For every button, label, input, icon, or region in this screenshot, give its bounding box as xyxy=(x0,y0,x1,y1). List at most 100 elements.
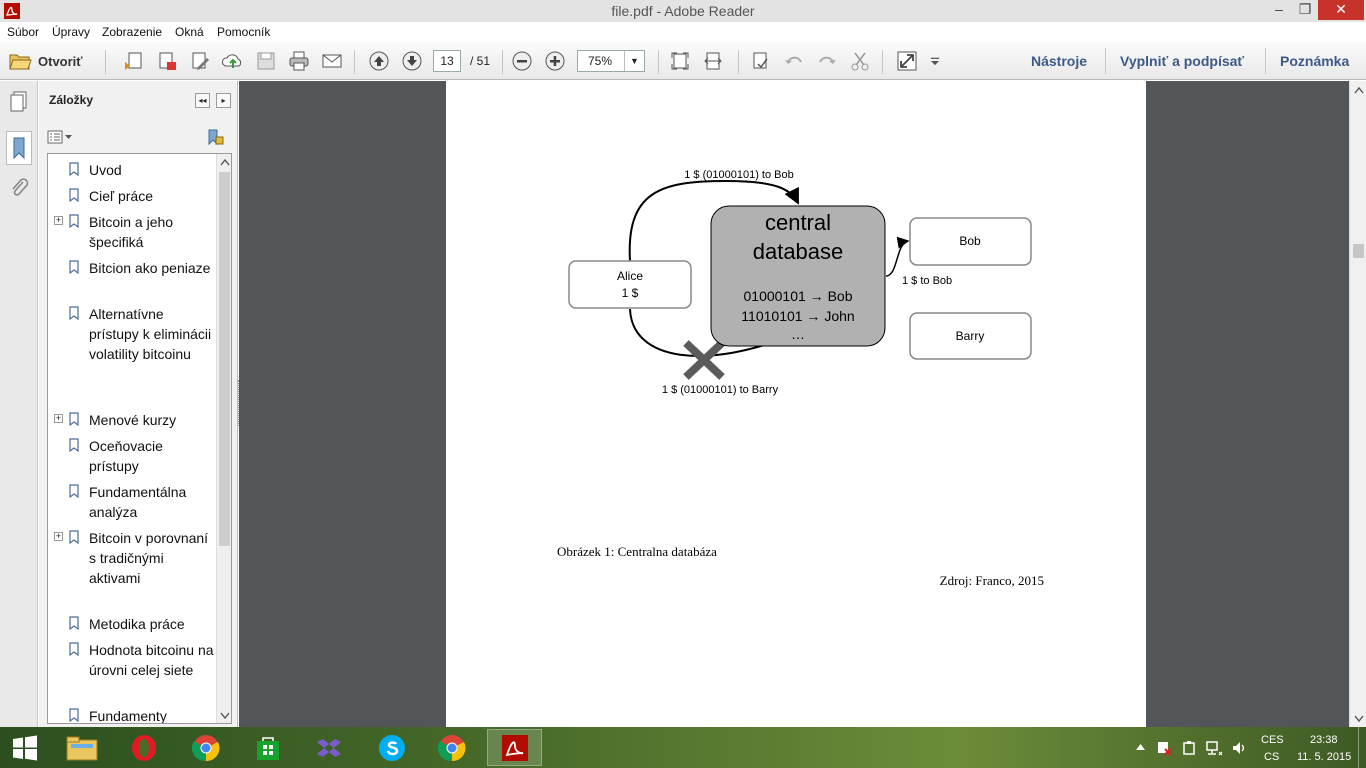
taskbar-store[interactable] xyxy=(240,729,295,766)
expand-bookmark-icon[interactable]: + xyxy=(54,414,63,423)
document-scrollbar[interactable] xyxy=(1349,81,1366,727)
page-thumbnails-button[interactable] xyxy=(6,89,32,115)
scrollbar-thumb[interactable] xyxy=(1353,244,1364,258)
bookmark-scrollbar[interactable] xyxy=(216,154,231,723)
undo-button[interactable] xyxy=(782,50,806,72)
input-language-bottom[interactable]: CS xyxy=(1264,751,1279,763)
show-hidden-icons-icon[interactable] xyxy=(1136,744,1145,750)
file-explorer-icon xyxy=(66,736,97,760)
menu-file[interactable]: Súbor xyxy=(7,25,39,39)
previous-page-button[interactable] xyxy=(367,50,391,72)
scroll-up-icon[interactable] xyxy=(1354,86,1364,94)
bottom-arrow-label: 1 $ (01000101) to Barry xyxy=(662,384,779,396)
bookmark-icon xyxy=(69,708,79,722)
menu-window[interactable]: Okná xyxy=(175,25,204,39)
email-button[interactable] xyxy=(320,50,344,72)
visual-studio-icon xyxy=(316,738,341,757)
bookmark-icon xyxy=(69,214,79,228)
bookmark-icon xyxy=(69,162,79,176)
toolbar-divider xyxy=(354,50,355,74)
bookmark-label: Bitcoin a jeho špecifiká xyxy=(89,214,174,250)
bob-arrow-label: 1 $ to Bob xyxy=(902,275,952,287)
arrow-down-icon xyxy=(402,51,422,71)
scroll-down-icon[interactable] xyxy=(220,712,230,720)
rejected-cross-icon xyxy=(683,340,725,380)
power-plug-icon[interactable] xyxy=(1181,740,1197,756)
bookmark-label: Metodika práce xyxy=(89,616,185,632)
attachments-button[interactable] xyxy=(6,175,32,201)
save-icon xyxy=(257,52,275,70)
bookmark-label: Fundamentálna analýza xyxy=(89,484,187,520)
scrollbar-thumb[interactable] xyxy=(219,172,230,546)
fit-width-icon xyxy=(704,52,722,70)
edit-pdf-button[interactable] xyxy=(188,50,212,72)
taskbar-chrome-window[interactable] xyxy=(424,729,479,766)
show-desktop-button[interactable] xyxy=(1358,727,1366,768)
window-title: file.pdf - Adobe Reader xyxy=(611,3,755,19)
redo-button[interactable] xyxy=(815,50,839,72)
clock-time[interactable]: 23:38 xyxy=(1310,734,1338,746)
bob-label: Bob xyxy=(959,234,981,248)
next-page-button[interactable] xyxy=(400,50,424,72)
menu-view[interactable]: Zobrazenie xyxy=(102,25,162,39)
expand-bookmark-icon[interactable]: + xyxy=(54,532,63,541)
export-pdf-button[interactable] xyxy=(155,50,179,72)
create-pdf-button[interactable] xyxy=(122,50,146,72)
taskbar-opera[interactable] xyxy=(116,729,171,766)
action-center-icon[interactable] xyxy=(1156,740,1172,756)
alice-name: Alice xyxy=(617,269,643,283)
full-screen-button[interactable] xyxy=(895,50,919,72)
bookmark-icon xyxy=(69,642,79,656)
close-button[interactable]: ✕ xyxy=(1318,0,1364,20)
bookmarks-panel-button[interactable] xyxy=(6,131,32,165)
fill-sign-pane-link[interactable]: Vyplniť a podpísať xyxy=(1120,53,1244,69)
chevron-down-icon xyxy=(930,57,940,66)
clock-date[interactable]: 11. 5. 2015 xyxy=(1297,751,1351,763)
bookmark-icon xyxy=(13,137,25,160)
scroll-down-icon[interactable] xyxy=(1354,715,1364,723)
volume-icon[interactable] xyxy=(1231,740,1247,756)
maximize-button[interactable]: ❐ xyxy=(1292,0,1318,20)
taskbar-file-explorer[interactable] xyxy=(54,729,109,766)
fit-page-button[interactable] xyxy=(668,50,692,72)
expand-panel-button[interactable]: ▸ xyxy=(216,93,231,108)
taskbar-visual-studio[interactable] xyxy=(302,729,357,766)
db-title-line1: central xyxy=(765,210,831,235)
print-button[interactable] xyxy=(287,50,311,72)
customize-toolbar-button[interactable] xyxy=(926,50,944,72)
tools-pane-link[interactable]: Nástroje xyxy=(1031,53,1087,69)
page-number-input[interactable]: 13 xyxy=(433,50,461,72)
chevron-down-icon[interactable]: ▼ xyxy=(624,51,644,71)
toolbar-divider xyxy=(1265,48,1266,74)
zoom-in-button[interactable] xyxy=(543,50,567,72)
menu-edit[interactable]: Úpravy xyxy=(52,25,90,39)
fit-width-button[interactable] xyxy=(701,50,725,72)
bookmark-icon xyxy=(69,530,79,544)
input-language-top[interactable]: CES xyxy=(1261,734,1284,746)
open-button[interactable]: Otvoriť xyxy=(8,50,83,72)
save-button[interactable] xyxy=(254,50,278,72)
bookmark-settings-icon[interactable] xyxy=(205,128,225,146)
taskbar-skype[interactable] xyxy=(364,729,419,766)
read-out-button[interactable] xyxy=(749,50,773,72)
minimize-button[interactable]: – xyxy=(1266,0,1292,20)
zoom-out-button[interactable] xyxy=(510,50,534,72)
scissors-icon xyxy=(851,52,869,71)
bookmark-label: Bitcion ako peniaze xyxy=(89,260,211,276)
cut-button[interactable] xyxy=(848,50,872,72)
taskbar-adobe-reader[interactable] xyxy=(487,729,542,766)
comment-pane-link[interactable]: Poznámka xyxy=(1280,53,1349,69)
barry-label: Barry xyxy=(956,329,985,343)
minus-circle-icon xyxy=(512,51,532,71)
collapse-panel-button[interactable]: ◂◂ xyxy=(195,93,210,108)
options-menu-icon[interactable] xyxy=(47,130,73,144)
upload-button[interactable] xyxy=(221,50,245,72)
network-icon[interactable] xyxy=(1205,740,1223,756)
start-button[interactable] xyxy=(0,729,50,766)
scroll-up-icon[interactable] xyxy=(220,158,230,166)
expand-bookmark-icon[interactable]: + xyxy=(54,216,63,225)
zoom-select[interactable]: 75% ▼ xyxy=(577,50,645,72)
title-bar: file.pdf - Adobe Reader – ❐ ✕ xyxy=(0,0,1366,22)
menu-help[interactable]: Pomocník xyxy=(217,25,270,39)
taskbar-chrome[interactable] xyxy=(178,729,233,766)
